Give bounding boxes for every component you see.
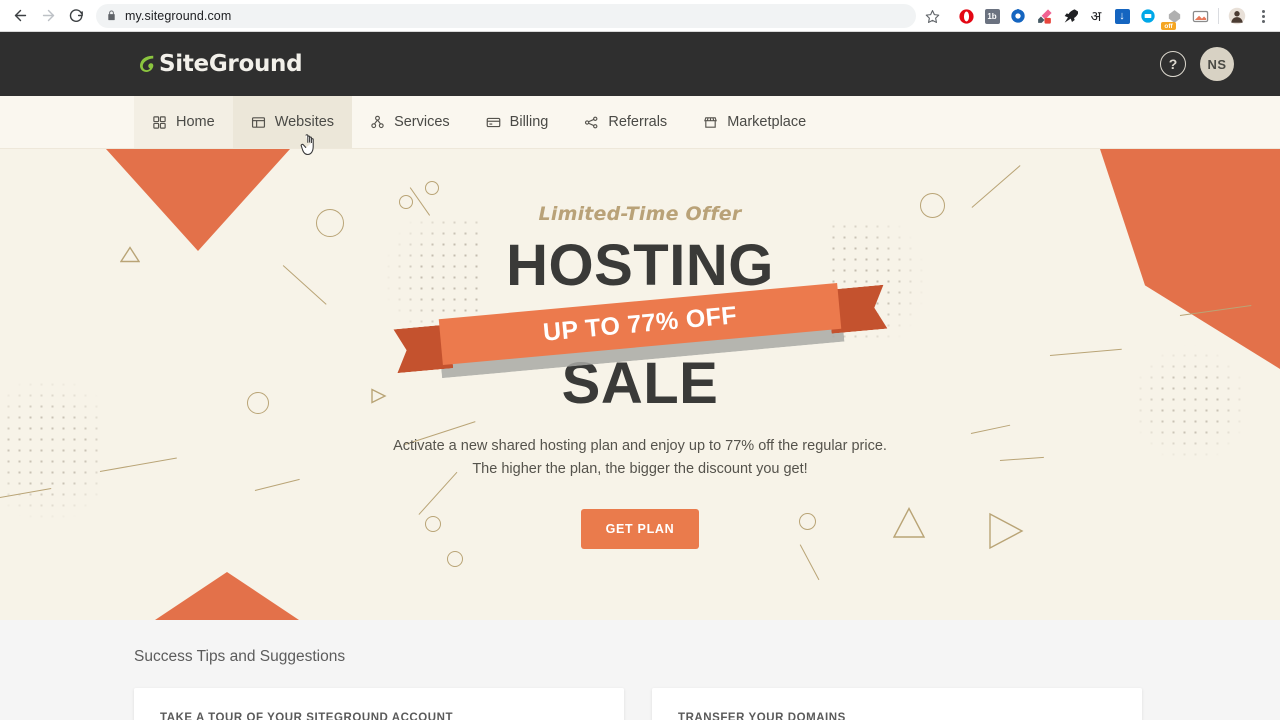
- avatar[interactable]: NS: [1200, 47, 1234, 81]
- browser-nav-buttons: [0, 2, 90, 30]
- hero-description-line-2: The higher the plan, the bigger the disc…: [472, 461, 808, 477]
- get-plan-button[interactable]: GET PLAN: [580, 509, 700, 549]
- window-extension-icon[interactable]: [1187, 3, 1213, 29]
- kebab-menu-icon[interactable]: [1250, 3, 1276, 29]
- hero-description: Activate a new shared hosting plan and e…: [0, 435, 1280, 481]
- decorative-line-14: [799, 544, 820, 581]
- toolbar-divider: [1218, 8, 1219, 24]
- profile-avatar-icon[interactable]: [1224, 3, 1250, 29]
- nav-item-marketplace[interactable]: Marketplace: [685, 96, 824, 148]
- tips-card-title: TAKE A TOUR OF YOUR SITEGROUND ACCOUNT: [160, 712, 454, 720]
- eyedropper-extension-icon[interactable]: [1031, 3, 1057, 29]
- lock-icon: [106, 10, 117, 21]
- browser-window-icon: [251, 115, 266, 130]
- discount-ribbon: UP TO 77% OFF: [439, 282, 842, 365]
- grid-icon: [152, 115, 167, 130]
- hero-headline-top-wrap: HOSTING: [0, 237, 1280, 295]
- ribbon-text: UP TO 77% OFF: [541, 300, 739, 347]
- tips-card-list: TAKE A TOUR OF YOUR SITEGROUND ACCOUNT T…: [134, 688, 1280, 720]
- tips-card[interactable]: TRANSFER YOUR DOMAINS: [652, 688, 1142, 720]
- browser-toolbar: my.siteground.com 1b अ ↓ off: [0, 0, 1280, 32]
- download-extension-icon[interactable]: ↓: [1109, 3, 1135, 29]
- hero-headline-top: HOSTING: [506, 233, 774, 298]
- reload-icon[interactable]: [62, 2, 90, 30]
- decorative-orange-triangle-bottom: [155, 572, 299, 620]
- forward-arrow-icon[interactable]: [34, 2, 62, 30]
- storefront-icon: [703, 115, 718, 130]
- 1b-extension-icon[interactable]: 1b: [979, 3, 1005, 29]
- hero-content: Limited-Time Offer HOSTING UP TO 77% OFF…: [0, 149, 1280, 549]
- tips-card-title: TRANSFER YOUR DOMAINS: [678, 712, 846, 720]
- nav-item-label: Referrals: [608, 114, 668, 130]
- back-arrow-icon[interactable]: [6, 2, 34, 30]
- nav-item-label: Websites: [274, 114, 335, 130]
- blue-gear-extension-icon[interactable]: [1005, 3, 1031, 29]
- success-tips-title: Success Tips and Suggestions: [134, 648, 346, 665]
- opera-extension-icon[interactable]: [953, 3, 979, 29]
- hero-headline-bottom-wrap: SALE: [0, 355, 1280, 413]
- promo-hero-banner: Limited-Time Offer HOSTING UP TO 77% OFF…: [0, 149, 1280, 620]
- nav-item-home[interactable]: Home: [134, 96, 233, 148]
- hero-eyebrow: Limited-Time Offer: [538, 203, 742, 225]
- credit-card-icon: [486, 115, 501, 130]
- nav-item-billing[interactable]: Billing: [468, 96, 567, 148]
- nav-item-websites[interactable]: Websites: [232, 96, 353, 148]
- address-bar[interactable]: my.siteground.com: [96, 3, 916, 28]
- siteground-logo-text: SiteGround: [159, 51, 303, 77]
- extensions-area: 1b अ ↓ off: [919, 0, 1280, 32]
- siteground-logo[interactable]: SiteGround: [134, 51, 303, 77]
- siteground-header: SiteGround ? NS: [0, 32, 1280, 96]
- discount-ribbon-zone: UP TO 77% OFF: [0, 282, 1280, 351]
- nodes-icon: [370, 115, 385, 130]
- siteground-leaf-logo-icon: [134, 53, 156, 75]
- help-icon[interactable]: ?: [1160, 51, 1186, 77]
- share-nodes-icon: [584, 115, 599, 130]
- main-navigation: Home Websites Services Billing Referrals…: [0, 96, 1280, 149]
- nav-item-services[interactable]: Services: [352, 96, 468, 148]
- nav-item-label: Billing: [509, 114, 549, 130]
- pin-extension-icon[interactable]: [1057, 3, 1083, 29]
- nav-item-label: Services: [394, 114, 450, 130]
- decorative-circle-5: [447, 551, 463, 567]
- star-icon[interactable]: [919, 3, 945, 29]
- url-text: my.siteground.com: [125, 8, 232, 23]
- hindi-extension-icon[interactable]: अ: [1083, 3, 1109, 29]
- nav-item-label: Home: [176, 114, 215, 130]
- header-right-controls: ? NS: [1160, 32, 1234, 96]
- nav-item-referrals[interactable]: Referrals: [566, 96, 685, 148]
- nav-item-label: Marketplace: [727, 114, 807, 130]
- tips-card[interactable]: TAKE A TOUR OF YOUR SITEGROUND ACCOUNT: [134, 688, 624, 720]
- hero-description-line-1: Activate a new shared hosting plan and e…: [393, 438, 887, 454]
- off-toggle-extension-icon[interactable]: off: [1161, 3, 1187, 30]
- cyan-circle-extension-icon[interactable]: [1135, 3, 1161, 29]
- success-tips-section: Success Tips and Suggestions TAKE A TOUR…: [0, 620, 1280, 720]
